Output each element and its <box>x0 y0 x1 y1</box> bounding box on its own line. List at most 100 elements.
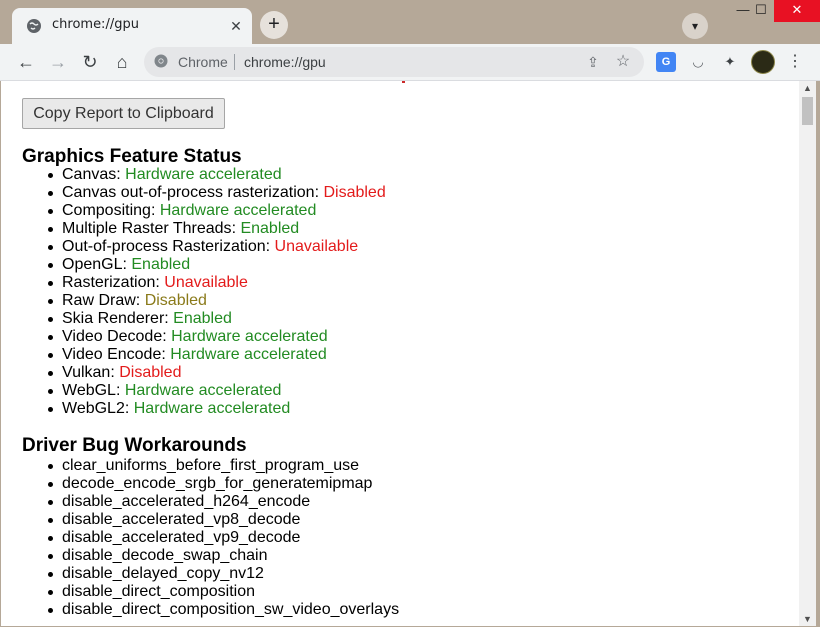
feature-separator: : <box>110 364 120 381</box>
feature-value: Unavailable <box>274 238 359 255</box>
feature-item: Rasterization: Unavailable <box>45 274 386 292</box>
feature-separator: : <box>150 202 160 219</box>
globe-icon <box>27 19 41 33</box>
translate-icon[interactable]: G <box>656 52 676 72</box>
red-mark <box>402 81 405 83</box>
feature-name: Canvas <box>62 166 117 183</box>
feature-item: Video Decode: Hardware accelerated <box>45 328 386 346</box>
feature-separator: : <box>164 310 174 327</box>
feature-item: Skia Renderer: Enabled <box>45 310 386 328</box>
workaround-item: clear_uniforms_before_first_program_use <box>45 457 399 475</box>
workarounds-heading: Driver Bug Workarounds <box>22 435 247 456</box>
feature-value: Unavailable <box>164 274 248 291</box>
omnibox-chip: Chrome <box>178 54 228 70</box>
feature-item: WebGL: Hardware accelerated <box>45 382 386 400</box>
workaround-item: disable_decode_swap_chain <box>45 547 399 565</box>
arrow-left-icon[interactable]: ← <box>12 48 40 76</box>
feature-name: Out-of-process Rasterization <box>62 238 266 255</box>
pocket-icon[interactable]: ◡ <box>688 52 708 72</box>
feature-name: Video Encode <box>62 346 162 363</box>
maximize-button[interactable]: ☐ <box>746 0 776 22</box>
feature-value: Hardware accelerated <box>125 166 282 183</box>
share-icon[interactable]: ⇪ <box>582 51 604 73</box>
page-content: Copy Report to Clipboard Graphics Featur… <box>1 81 799 626</box>
feature-separator: : <box>135 292 145 309</box>
feature-name: Canvas out-of-process rasterization <box>62 184 315 201</box>
puzzle-icon[interactable]: ✦ <box>720 52 740 72</box>
workaround-item: disable_direct_composition <box>45 583 399 601</box>
feature-value: Enabled <box>240 220 300 237</box>
workaround-item: disable_direct_composition_sw_video_over… <box>45 601 399 619</box>
workaround-item: disable_delayed_copy_nv12 <box>45 565 399 583</box>
url-text[interactable]: chrome://gpu <box>244 54 326 70</box>
feature-separator: : <box>155 274 165 291</box>
feature-item: Vulkan: Disabled <box>45 364 386 382</box>
feature-item: Raw Draw: Disabled <box>45 292 386 310</box>
feature-value: Disabled <box>323 184 386 201</box>
feature-name: Rasterization <box>62 274 156 291</box>
feature-item: Canvas out-of-process rasterization: Dis… <box>45 184 386 202</box>
feature-name: OpenGL <box>62 256 123 273</box>
feature-name: Vulkan <box>62 364 111 381</box>
feature-name: WebGL <box>62 382 116 399</box>
feature-name: Compositing <box>62 202 151 219</box>
feature-name: Skia Renderer <box>62 310 165 327</box>
feature-separator: : <box>116 166 126 183</box>
workaround-item: disable_accelerated_vp8_decode <box>45 511 399 529</box>
omnibox-divider <box>234 54 235 70</box>
feature-item: Compositing: Hardware accelerated <box>45 202 386 220</box>
feature-item: Multiple Raster Threads: Enabled <box>45 220 386 238</box>
workaround-item: disable_accelerated_h264_encode <box>45 493 399 511</box>
feature-separator: : <box>115 382 125 399</box>
feature-name: Video Decode <box>62 328 163 345</box>
workaround-item: decode_encode_srgb_for_generatemipmap <box>45 475 399 493</box>
star-icon[interactable]: ☆ <box>612 51 634 73</box>
copy-report-button[interactable]: Copy Report to Clipboard <box>22 98 225 129</box>
feature-item: Out-of-process Rasterization: Unavailabl… <box>45 238 386 256</box>
close-icon[interactable]: ✕ <box>226 16 246 36</box>
chrome-icon <box>154 54 168 68</box>
tab-gpu[interactable]: chrome://gpu ✕ <box>12 8 252 44</box>
feature-value: Hardware accelerated <box>171 328 328 345</box>
address-bar[interactable]: Chrome chrome://gpu ⇪ ☆ <box>144 47 644 77</box>
arrow-right-icon[interactable]: → <box>44 48 72 76</box>
feature-item: Canvas: Hardware accelerated <box>45 166 386 184</box>
browser-window: chrome://gpu ✕ + ▾ — ☐ ✕ ← → ↻ ⌂ Chrome … <box>0 0 820 627</box>
feature-item: WebGL2: Hardware accelerated <box>45 400 386 418</box>
workarounds-list: clear_uniforms_before_first_program_use d… <box>45 457 399 619</box>
feature-status-heading: Graphics Feature Status <box>22 146 242 167</box>
feature-value: Hardware accelerated <box>133 400 291 417</box>
feature-separator: : <box>124 400 134 417</box>
tab-strip: chrome://gpu ✕ + ▾ — ☐ ✕ <box>0 0 820 44</box>
reload-icon[interactable]: ↻ <box>76 48 104 76</box>
scroll-down-icon[interactable]: ▼ <box>799 612 816 626</box>
feature-value: Hardware accelerated <box>159 202 317 219</box>
feature-item: OpenGL: Enabled <box>45 256 386 274</box>
feature-name: WebGL2 <box>62 400 125 417</box>
feature-separator: : <box>161 346 171 363</box>
profile-avatar[interactable] <box>751 50 775 74</box>
feature-value: Enabled <box>131 256 191 273</box>
scroll-up-icon[interactable]: ▲ <box>799 81 816 95</box>
feature-separator: : <box>265 238 275 255</box>
home-icon[interactable]: ⌂ <box>108 48 136 76</box>
feature-name: Raw Draw <box>62 292 136 309</box>
plus-icon[interactable]: + <box>260 11 288 39</box>
kebab-menu-icon[interactable]: ⋮ <box>785 52 805 72</box>
tab-title: chrome://gpu <box>52 17 139 32</box>
feature-name: Multiple Raster Threads <box>62 220 232 237</box>
scrollbar-thumb[interactable] <box>802 97 813 125</box>
toolbar: ← → ↻ ⌂ Chrome chrome://gpu ⇪ ☆ G ◡ ✦ ⋮ <box>0 44 820 81</box>
feature-value: Hardware accelerated <box>124 382 282 399</box>
feature-value: Hardware accelerated <box>170 346 327 363</box>
chevron-down-icon[interactable]: ▾ <box>682 13 708 39</box>
vertical-scrollbar[interactable]: ▲ ▼ <box>799 81 816 626</box>
workaround-item: disable_accelerated_vp9_decode <box>45 529 399 547</box>
feature-separator: : <box>162 328 172 345</box>
feature-value: Enabled <box>173 310 232 327</box>
feature-item: Video Encode: Hardware accelerated <box>45 346 386 364</box>
window-close-button[interactable]: ✕ <box>774 0 820 22</box>
feature-value: Disabled <box>119 364 182 381</box>
feature-value: Disabled <box>144 292 207 309</box>
feature-status-list: Canvas: Hardware accelerated Canvas out-o… <box>45 166 386 418</box>
